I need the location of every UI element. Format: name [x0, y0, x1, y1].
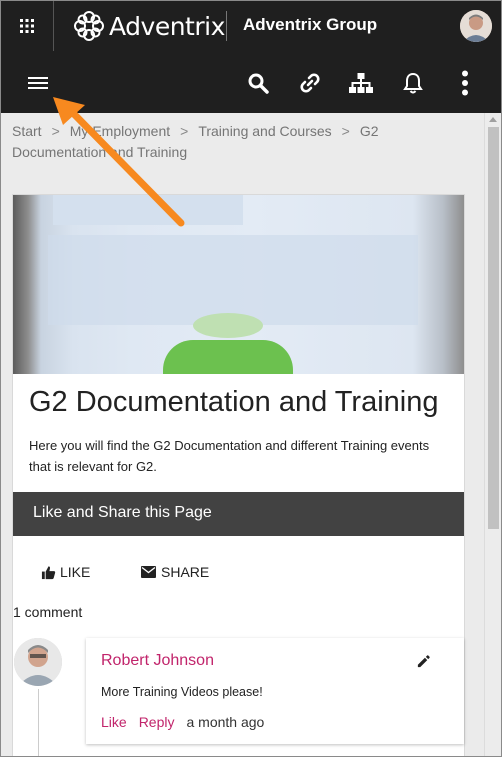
comment-actions: Like Reply a month ago	[101, 714, 264, 730]
like-label: LIKE	[60, 564, 91, 580]
breadcrumb-separator: >	[180, 123, 189, 139]
pencil-icon[interactable]	[416, 654, 431, 674]
comment-text: More Training Videos please!	[101, 685, 263, 699]
link-icon[interactable]	[296, 69, 324, 97]
vertical-scrollbar[interactable]	[484, 113, 501, 756]
more-vertical-icon[interactable]	[451, 69, 479, 97]
group-title[interactable]: Adventrix Group	[243, 15, 377, 35]
hamburger-menu-icon[interactable]	[24, 69, 52, 97]
apps-grid-icon[interactable]	[1, 1, 54, 51]
breadcrumb-item-g2[interactable]: G2	[360, 123, 379, 139]
page-description: Here you will find the G2 Documentation …	[29, 438, 430, 474]
comment-thread-line	[38, 689, 39, 756]
commenter-avatar[interactable]	[14, 638, 62, 686]
header-divider	[226, 11, 227, 41]
bell-icon[interactable]	[399, 69, 427, 97]
share-label: SHARE	[161, 564, 210, 580]
navigation-toolbar	[1, 51, 501, 113]
scrollbar-thumb[interactable]	[488, 127, 499, 529]
user-avatar[interactable]	[460, 10, 492, 42]
comment-timestamp: a month ago	[186, 714, 265, 730]
search-icon[interactable]	[244, 69, 272, 97]
breadcrumb-item-g2-continued[interactable]: Documentation and Training	[12, 144, 187, 160]
comment-author[interactable]: Robert Johnson	[101, 652, 214, 670]
comment-reply-link[interactable]: Reply	[139, 714, 175, 730]
hero-image	[13, 195, 464, 374]
breadcrumb-item-my-employment[interactable]: My Employment	[70, 123, 170, 139]
breadcrumb: Start > My Employment > Training and Courses…	[12, 121, 412, 163]
comment-count: 1 comment	[13, 604, 83, 620]
brand-logo[interactable]: Adventrix	[73, 9, 225, 43]
top-header: Adventrix Adventrix Group	[1, 1, 501, 51]
thumbs-up-icon	[41, 565, 56, 579]
comment-card: Robert Johnson More Training Videos plea…	[86, 638, 464, 744]
envelope-icon	[141, 566, 156, 578]
like-share-bar: Like and Share this Page	[13, 492, 464, 536]
page-title: G2 Documentation and Training	[29, 386, 439, 418]
like-share-heading: Like and Share this Page	[33, 504, 212, 521]
breadcrumb-separator: >	[341, 123, 350, 139]
like-button[interactable]: LIKE	[41, 564, 90, 580]
sitemap-icon[interactable]	[347, 69, 375, 97]
share-button[interactable]: SHARE	[141, 564, 209, 580]
comment-like-link[interactable]: Like	[101, 714, 127, 730]
scroll-up-arrow-icon[interactable]	[489, 117, 497, 122]
app-window: Adventrix Adventrix Group Start > My Emp…	[0, 0, 502, 757]
breadcrumb-item-training-and-courses[interactable]: Training and Courses	[198, 123, 331, 139]
breadcrumb-item-start[interactable]: Start	[12, 123, 42, 139]
brand-mark-icon	[74, 11, 104, 41]
breadcrumb-separator: >	[51, 123, 60, 139]
brand-name: Adventrix	[109, 11, 225, 41]
